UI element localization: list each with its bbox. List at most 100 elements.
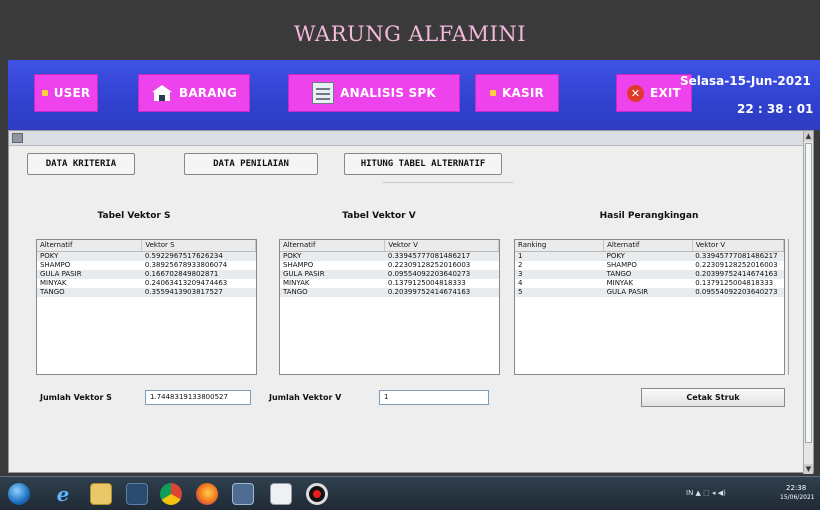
start-icon[interactable] (8, 483, 30, 505)
cell: 0.09554092203640273 (384, 269, 499, 279)
table-row[interactable]: SHAMPO 0.38925678933806074 (37, 261, 256, 270)
column-header-alternatif[interactable]: Alternatif (280, 240, 386, 252)
table-row[interactable]: 4 MINYAK 0.1379125004818333 (515, 279, 784, 288)
main-menu-bar: USER BARANG ANALISIS SPK KASIR ✕ EXIT (8, 60, 820, 130)
column-header-vektor-s[interactable]: Vektor S (141, 240, 256, 252)
cell: POKY (280, 251, 385, 261)
cell: GULA PASIR (603, 287, 693, 297)
column-header-alternatif[interactable]: Alternatif (37, 240, 143, 252)
cell: 0.33945777081486217 (692, 251, 784, 261)
cell: 1 (515, 251, 604, 261)
firefox-icon[interactable] (196, 483, 218, 505)
app-window-icon[interactable] (232, 483, 254, 505)
clock-date[interactable]: 15/06/2021 (780, 494, 815, 501)
ranking-grid: Ranking Alternatif Vektor V 1 POKY 0.33945… (515, 240, 784, 297)
java-icon[interactable] (270, 483, 292, 505)
cell: 0.09554092203640273 (692, 287, 784, 297)
date-display: Selasa-15-Jun-2021 (680, 74, 811, 88)
ranking-title: Hasil Perangkingan (599, 211, 699, 221)
app-title: WARUNG ALFAMINI (293, 22, 527, 46)
panel-scrollbar[interactable] (788, 239, 796, 375)
kasir-icon (490, 90, 497, 96)
kasir-button[interactable]: KASIR (475, 74, 559, 112)
record-icon[interactable] (306, 483, 328, 505)
user-button[interactable]: USER (34, 74, 98, 112)
cell: 3 (515, 269, 604, 279)
cell: TANGO (280, 287, 385, 297)
cetak-struk-button[interactable]: Cetak Struk (641, 388, 785, 407)
vertical-scrollbar[interactable]: ▲ ▼ (803, 131, 813, 474)
house-icon (151, 85, 172, 101)
cell: 0.5922967517626234 (141, 251, 256, 261)
cell: GULA PASIR (37, 269, 142, 279)
column-header-vektor-v[interactable]: Vektor V (384, 240, 499, 252)
scroll-up-icon[interactable]: ▲ (804, 131, 813, 141)
table-row[interactable]: 1 POKY 0.33945777081486217 (515, 251, 784, 261)
cell: 2 (518, 260, 523, 269)
table-row[interactable]: 5 GULA PASIR 0.09554092203640273 (515, 287, 784, 297)
vektor-s-title: Tabel Vektor S (97, 211, 171, 221)
column-header-ranking[interactable]: Ranking (515, 240, 605, 252)
app-window: WARUNG ALFAMINI USER BARANG ANALISIS SPK… (0, 0, 820, 510)
cell: 4 (518, 278, 523, 287)
vektor-s-table[interactable]: Alternatif Vektor S POKY 0.59229675176262… (36, 239, 257, 375)
vektor-s-grid: Alternatif Vektor S POKY 0.59229675176262… (37, 240, 256, 297)
clock-time[interactable]: 22:38 (786, 484, 806, 492)
table-row[interactable]: GULA PASIR 0.09554092203640273 (280, 269, 499, 279)
kasir-button-label: KASIR (502, 86, 544, 100)
analisis-spk-button[interactable]: ANALISIS SPK (288, 74, 460, 112)
inner-frame-header (9, 131, 813, 146)
user-icon (41, 90, 48, 96)
table-row[interactable]: MINYAK 0.24063413209474463 (37, 279, 256, 288)
jumlah-vektor-s-label: Jumlah Vektor S (40, 393, 112, 402)
system-tray[interactable]: IN ▲ ⬚ ◂ ◀) (686, 489, 726, 497)
scroll-down-icon[interactable]: ▼ (804, 464, 813, 474)
cell: 0.1379125004818333 (695, 278, 774, 287)
cell: 0.22309128252016003 (695, 260, 778, 269)
table-row[interactable]: TANGO 0.20399752414674163 (280, 287, 499, 297)
table-row[interactable]: MINYAK 0.1379125004818333 (280, 279, 499, 288)
table-row[interactable]: POKY 0.5922967517626234 (37, 251, 256, 261)
scroll-thumb[interactable] (805, 143, 812, 443)
jumlah-vektor-s-field[interactable]: 1.7448319133800527 (145, 390, 251, 405)
cell: 0.24063413209474463 (144, 278, 228, 287)
hitung-tabel-alternatif-button[interactable]: HITUNG TABEL ALTERNATIF (344, 153, 502, 175)
internet-explorer-icon[interactable]: e (52, 483, 74, 505)
cell: 0.20399752414674163 (384, 287, 499, 297)
table-row[interactable]: SHAMPO 0.22309128252016003 (280, 261, 499, 270)
data-penilaian-button[interactable]: DATA PENILAIAN (184, 153, 318, 175)
table-row[interactable]: TANGO 0.3559413903817527 (37, 287, 256, 297)
cell: GULA PASIR (280, 269, 385, 279)
analisis-spk-panel: ▲ ▼ DATA KRITERIA DATA PENILAIAN HITUNG … (8, 130, 814, 474)
jumlah-vektor-v-field[interactable]: 1 (379, 390, 489, 405)
close-circle-icon: ✕ (627, 84, 645, 102)
cell: 0.33945777081486217 (384, 251, 499, 261)
exit-button-label: EXIT (650, 86, 681, 100)
cell: POKY (37, 251, 142, 261)
table-row[interactable]: GULA PASIR 0.166702849802871 (37, 269, 256, 279)
user-button-label: USER (53, 86, 91, 100)
column-header-alternatif[interactable]: Alternatif (603, 240, 693, 252)
cell: 0.38925678933806074 (144, 260, 228, 269)
media-player-icon[interactable] (126, 483, 148, 505)
table-row[interactable]: 2 SHAMPO 0.22309128252016003 (515, 261, 784, 270)
chrome-icon[interactable] (160, 483, 182, 505)
column-header-vektor-v[interactable]: Vektor V (692, 240, 784, 252)
file-explorer-icon[interactable] (90, 483, 112, 505)
window-menu-icon[interactable] (12, 133, 23, 143)
cell: 0.22309128252016003 (387, 260, 471, 269)
ranking-table[interactable]: Ranking Alternatif Vektor V 1 POKY 0.33945… (514, 239, 785, 375)
cell: POKY (603, 251, 693, 261)
cell: SHAMPO (606, 260, 637, 269)
barang-button-label: BARANG (178, 86, 238, 100)
barang-button[interactable]: BARANG (138, 74, 250, 112)
cell: TANGO (603, 269, 693, 279)
table-row[interactable]: POKY 0.33945777081486217 (280, 251, 499, 261)
time-display: 22 : 38 : 01 (737, 102, 814, 116)
vektor-v-grid: Alternatif Vektor V POKY 0.33945777081486… (280, 240, 499, 297)
analisis-spk-button-label: ANALISIS SPK (340, 86, 436, 100)
vektor-v-table[interactable]: Alternatif Vektor V POKY 0.33945777081486… (279, 239, 500, 375)
divider (383, 182, 513, 186)
data-kriteria-button[interactable]: DATA KRITERIA (27, 153, 135, 175)
table-row[interactable]: 3 TANGO 0.20399752414674163 (515, 269, 784, 279)
